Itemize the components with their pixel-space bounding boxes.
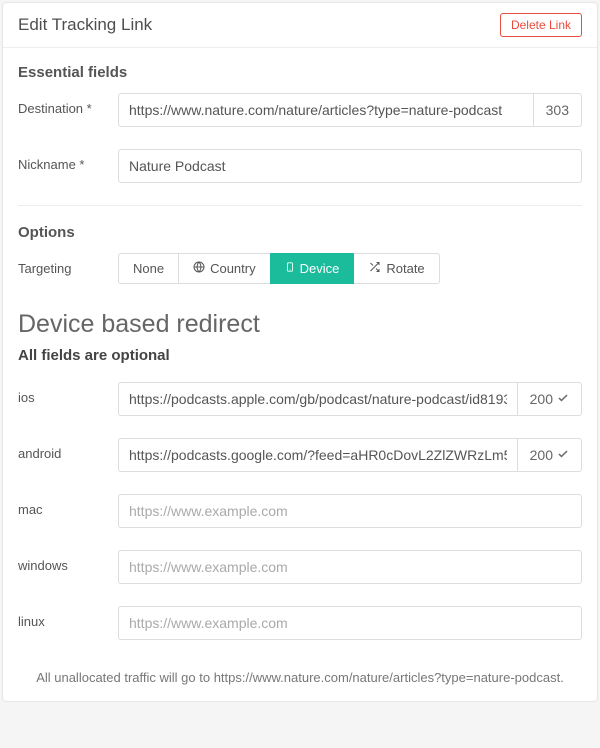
page-title: Edit Tracking Link [18, 15, 152, 35]
nickname-row: Nickname * [18, 149, 582, 183]
targeting-none-button[interactable]: None [118, 253, 179, 284]
nickname-input[interactable] [118, 149, 582, 183]
shuffle-icon [368, 261, 381, 276]
targeting-device-button[interactable]: Device [270, 253, 355, 284]
android-input[interactable] [118, 438, 518, 472]
android-label: android [18, 438, 118, 463]
essential-fields-heading: Essential fields [18, 64, 582, 81]
options-heading: Options [18, 224, 582, 241]
destination-input[interactable] [118, 93, 534, 127]
status-code: 303 [546, 102, 569, 118]
check-icon [557, 391, 569, 407]
ios-status-badge: 200 [518, 382, 582, 416]
destination-status-badge: 303 [534, 93, 582, 127]
check-icon [557, 447, 569, 463]
ios-row: ios 200 [18, 382, 582, 416]
delete-link-button[interactable]: Delete Link [500, 13, 582, 37]
targeting-rotate-button[interactable]: Rotate [353, 253, 439, 284]
ios-input[interactable] [118, 382, 518, 416]
targeting-device-label: Device [300, 261, 340, 276]
divider [18, 205, 582, 206]
windows-row: windows [18, 550, 582, 584]
windows-input[interactable] [118, 550, 582, 584]
android-status-badge: 200 [518, 438, 582, 472]
mac-input[interactable] [118, 494, 582, 528]
edit-tracking-link-card: Edit Tracking Link Delete Link Essential… [2, 2, 598, 702]
targeting-country-label: Country [210, 261, 256, 276]
destination-row: Destination * 303 [18, 93, 582, 127]
nickname-label: Nickname * [18, 149, 118, 174]
status-code: 200 [530, 447, 553, 463]
mac-label: mac [18, 494, 118, 519]
unallocated-traffic-note: All unallocated traffic will go to https… [18, 662, 582, 691]
linux-label: linux [18, 606, 118, 631]
targeting-country-button[interactable]: Country [178, 253, 271, 284]
targeting-button-group: None Country Device [118, 253, 440, 284]
device-redirect-heading: Device based redirect [18, 310, 582, 339]
device-redirect-subheading: All fields are optional [18, 347, 582, 364]
windows-label: windows [18, 550, 118, 575]
targeting-label: Targeting [18, 253, 118, 278]
linux-row: linux [18, 606, 582, 640]
card-body: Essential fields Destination * 303 Nickn… [3, 48, 597, 701]
device-icon [285, 261, 295, 276]
card-header: Edit Tracking Link Delete Link [3, 3, 597, 48]
status-code: 200 [530, 391, 553, 407]
globe-icon [193, 261, 205, 276]
destination-label: Destination * [18, 93, 118, 118]
linux-input[interactable] [118, 606, 582, 640]
targeting-row: Targeting None Country Device [18, 253, 582, 284]
android-row: android 200 [18, 438, 582, 472]
targeting-rotate-label: Rotate [386, 261, 424, 276]
mac-row: mac [18, 494, 582, 528]
ios-label: ios [18, 382, 118, 407]
